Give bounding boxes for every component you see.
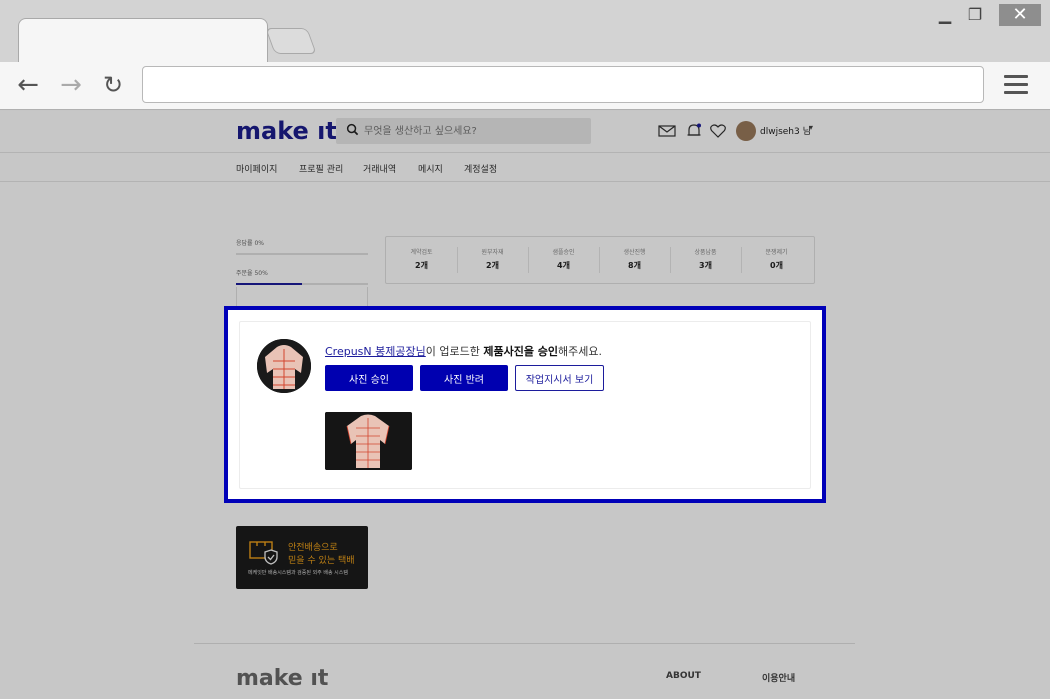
photo-approval-modal: CrepusN 봉제공장님이 업로드한 제품사진을 승인해주세요. 사진 승인 … <box>224 306 826 503</box>
forward-arrow-icon[interactable]: → <box>56 68 86 102</box>
factory-avatar <box>257 339 311 393</box>
back-arrow-icon[interactable]: ← <box>13 68 43 102</box>
maximize-icon[interactable]: ❐ <box>964 4 986 26</box>
message-emphasis: 제품사진을 승인 <box>483 345 559 358</box>
reject-photo-button[interactable]: 사진 반려 <box>420 365 508 391</box>
product-photo[interactable] <box>325 412 412 470</box>
message-text-end: 해주세요. <box>558 345 602 358</box>
new-tab-button[interactable] <box>265 28 317 54</box>
hamburger-menu-icon[interactable] <box>1001 70 1031 100</box>
product-photo-image <box>325 412 412 470</box>
address-bar[interactable] <box>142 66 984 103</box>
approval-message: CrepusN 봉제공장님이 업로드한 제품사진을 승인해주세요. <box>325 343 602 359</box>
jacket-thumbnail-icon <box>257 339 311 393</box>
browser-tab-strip: ▁ ❐ ✕ <box>0 0 1050 64</box>
close-icon[interactable]: ✕ <box>999 4 1041 26</box>
reload-icon[interactable]: ↻ <box>98 68 128 102</box>
browser-toolbar: ← → ↻ <box>0 62 1050 110</box>
modal-card: CrepusN 봉제공장님이 업로드한 제품사진을 승인해주세요. 사진 승인 … <box>239 321 811 489</box>
minimize-icon[interactable]: ▁ <box>934 4 956 26</box>
approve-photo-button[interactable]: 사진 승인 <box>325 365 413 391</box>
factory-name-link[interactable]: CrepusN 봉제공장님 <box>325 345 426 358</box>
message-text: 이 업로드한 <box>425 345 484 358</box>
browser-tab-active[interactable] <box>18 18 268 64</box>
view-work-order-button[interactable]: 작업지시서 보기 <box>515 365 604 391</box>
